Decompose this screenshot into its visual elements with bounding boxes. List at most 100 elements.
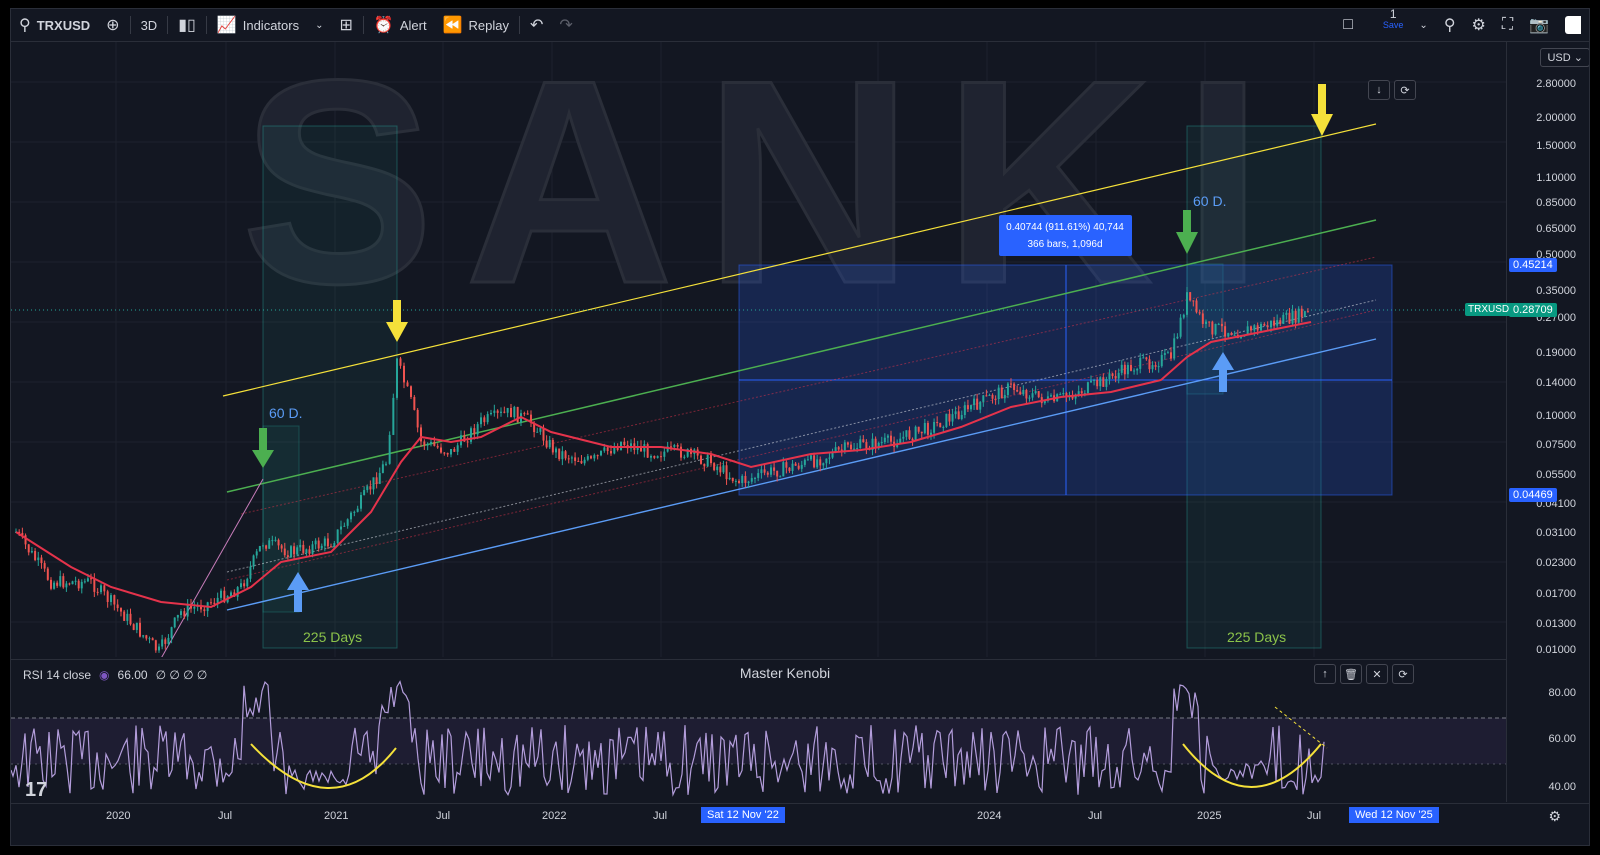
settings-button[interactable]: ⚙ (1464, 9, 1494, 41)
currency-select[interactable]: USD ⌄ (1540, 48, 1589, 67)
candle-body (1034, 391, 1037, 394)
candle-body (810, 455, 812, 460)
candle-body (86, 578, 89, 582)
candle-body (803, 459, 806, 465)
label-60d-right: 60 D. (1193, 193, 1226, 209)
collapse-button[interactable]: ✕ (1366, 664, 1388, 684)
candle-body (213, 602, 216, 604)
move-down-button[interactable]: ↓ (1368, 80, 1390, 100)
candle-body (988, 394, 991, 396)
settings-gear-icon[interactable]: ⚙ (1548, 808, 1561, 825)
candle-body (388, 434, 391, 464)
candle-body (1120, 364, 1123, 373)
candle-body (249, 566, 252, 579)
candle-body (1133, 370, 1136, 372)
add-symbol-button[interactable]: ⊕ (98, 9, 127, 41)
candle-body (676, 445, 679, 447)
candle-body (1105, 379, 1108, 387)
zoom-icon: ⚲ (1443, 17, 1456, 34)
more-button[interactable]: ⟳ (1392, 664, 1414, 684)
candle-body (80, 581, 83, 589)
candle-body (277, 539, 280, 546)
candle-body (513, 406, 516, 418)
candle-body (413, 397, 416, 410)
move-up-button[interactable]: ↑ (1314, 664, 1336, 684)
rsi-extra: ∅ ∅ ∅ ∅ (155, 668, 208, 682)
candle-body (293, 546, 296, 555)
replay-button[interactable]: ⏪ Replay (435, 9, 517, 41)
candle-body (161, 639, 164, 647)
rsi-controls: ↑ 🗑 ✕ ⟳ (1314, 664, 1414, 684)
candle-body (1189, 292, 1192, 301)
candle-body (1176, 336, 1179, 339)
snapshot-button[interactable]: 📷 (1521, 9, 1557, 41)
candle-body (106, 591, 109, 602)
indicators-button[interactable]: 📈 Indicators ⌄ (209, 9, 332, 41)
candle-body (850, 444, 852, 450)
price-label: 0.01700 (1536, 588, 1576, 600)
candle-body (580, 460, 583, 464)
candle-body (1062, 392, 1065, 395)
replay-label: Replay (468, 17, 509, 33)
time-label: Jul (1307, 810, 1322, 822)
templates-button[interactable]: ⊞ (332, 9, 361, 41)
delete-button[interactable]: 🗑 (1340, 664, 1362, 684)
candle-body (1059, 394, 1062, 396)
candle-body (523, 413, 526, 415)
alert-button[interactable]: ⏰ Alert (366, 9, 435, 41)
candle-body (385, 463, 387, 465)
candle-body (1211, 321, 1214, 335)
candle-body (423, 441, 426, 446)
trendline-pink[interactable] (158, 478, 264, 663)
candle-body (1142, 357, 1145, 359)
candle-body (43, 563, 46, 569)
profile-button[interactable] (1557, 9, 1589, 41)
rsi-settings-icon[interactable]: ◉ (99, 668, 109, 682)
price-label: 0.85000 (1536, 197, 1576, 209)
quick-search-button[interactable]: ⚲ (1436, 9, 1464, 41)
rsi-chart[interactable]: Master Kenobi 17 (11, 660, 1506, 811)
candle-body (760, 469, 763, 474)
rsi-axis-label: 40.00 (1548, 781, 1576, 793)
time-label: Jul (653, 810, 668, 822)
time-axis[interactable]: 2020Jul2021Jul2022JulJul2024Jul2025Jul S… (11, 803, 1589, 845)
rsi-pane[interactable]: Master Kenobi 17 RSI 14 close ◉ 66.00 ∅ … (11, 659, 1506, 811)
reload-button[interactable]: ⟳ (1394, 80, 1416, 100)
save-button[interactable]: 1 Save (1375, 9, 1412, 41)
candle-body (1300, 308, 1303, 317)
price-axis[interactable]: USD ⌄ 2.80000 2.00000 1.50000 1.10000 0.8500… (1506, 42, 1589, 802)
candle-body (963, 405, 966, 416)
candle-body (93, 578, 96, 592)
candle-body (176, 614, 179, 618)
label-225-right: 225 Days (1227, 629, 1286, 645)
candle-body (706, 454, 709, 467)
candle-body (396, 358, 398, 398)
candle-body (381, 464, 384, 473)
candle-body (1256, 325, 1259, 331)
candle-body (623, 441, 626, 446)
candle-body (1028, 397, 1031, 399)
chart-type-button[interactable]: ▮▯ (170, 9, 204, 41)
interval-button[interactable]: 3D (133, 9, 166, 41)
redo-button[interactable]: ↷ (551, 9, 580, 41)
candle-body (129, 613, 132, 625)
candle-body (1080, 391, 1083, 394)
candles-icon: ▮▯ (178, 17, 196, 34)
gear-icon: ⚙ (1471, 17, 1486, 34)
candle-body (725, 465, 728, 480)
candle-body (1208, 321, 1211, 323)
price-chart[interactable]: SANKI 60 D. 60 D. 225 Days 225 Days 0.40… (11, 19, 1506, 663)
candle-body (880, 442, 883, 444)
undo-button[interactable]: ↶ (522, 9, 551, 41)
tag-current-symbol: TRXUSD (1465, 303, 1513, 316)
fullscreen-button[interactable]: ⛶ (1494, 9, 1521, 41)
layout-button[interactable]: □ (1335, 9, 1361, 41)
price-label: 0.05500 (1536, 469, 1576, 481)
main-chart-pane[interactable]: SANKI 60 D. 60 D. 225 Days 225 Days 0.40… (11, 19, 1506, 663)
candle-body (1291, 310, 1294, 324)
save-menu-button[interactable]: ⌄ (1411, 9, 1435, 41)
symbol-search[interactable]: ⚲ TRXUSD (11, 9, 98, 41)
tag-current: 0.28709 (1509, 303, 1557, 317)
rsi-legend[interactable]: RSI 14 close ◉ 66.00 ∅ ∅ ∅ ∅ (23, 668, 207, 682)
price-label: 0.01000 (1536, 644, 1576, 656)
